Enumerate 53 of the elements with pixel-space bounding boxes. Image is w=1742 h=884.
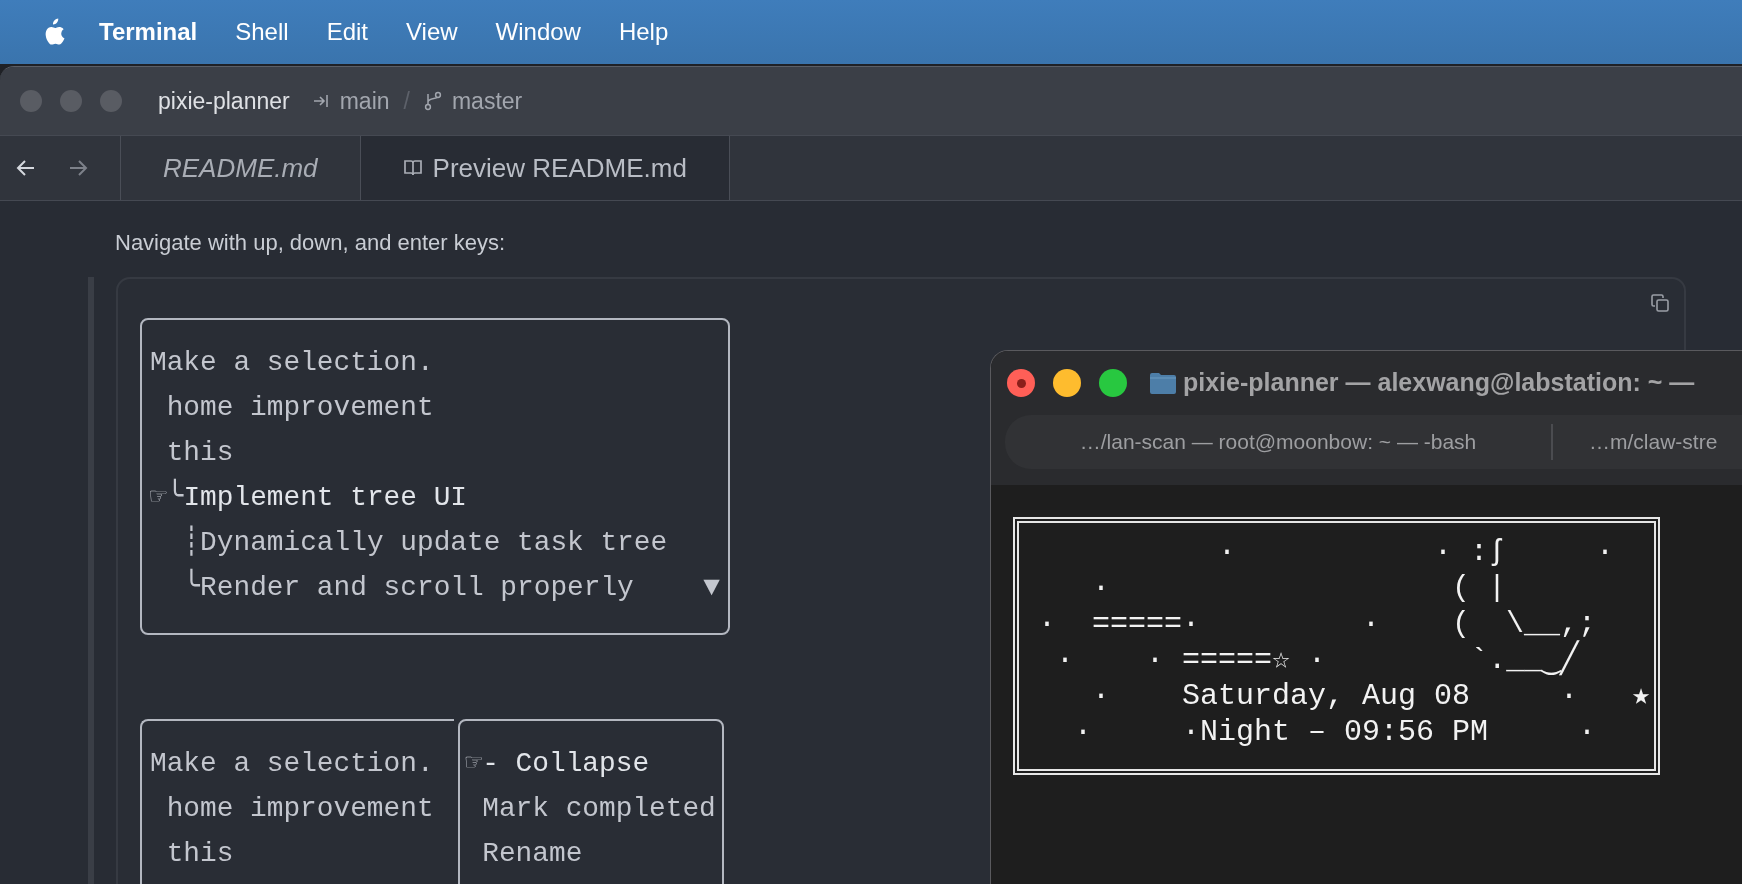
ascii-art-line: · ( |: [1091, 570, 1508, 606]
menu-option[interactable]: Mark completed: [482, 786, 716, 831]
branch-icon: [423, 91, 442, 111]
forward-arrow-icon: [68, 159, 88, 177]
path-separator: /: [403, 86, 410, 116]
folder-icon: [1149, 371, 1177, 395]
window-title: pixie-planner — alexwang@labstation: ~ —: [1183, 367, 1695, 399]
ascii-art-line: · ·Night – 09:56 PM ·: [1073, 714, 1598, 750]
prompt-text: Make a selection.: [150, 747, 434, 781]
menu-item[interactable]: Edit: [307, 14, 387, 50]
menu-option[interactable]: this: [166, 430, 234, 475]
tree-branch-line: ╰: [166, 475, 184, 520]
menu-item[interactable]: Shell: [216, 14, 308, 50]
window-control-dot[interactable]: [20, 90, 42, 112]
menu-option[interactable]: home improvement: [166, 786, 434, 831]
terminal-tab[interactable]: …m/claw-stre: [1553, 415, 1724, 469]
window-control-dot[interactable]: [1007, 369, 1035, 397]
menu-option[interactable]: Implement tree UI: [183, 475, 467, 520]
project-name[interactable]: pixie-planner: [158, 83, 290, 119]
copy-icon: [1650, 293, 1670, 313]
editor-tab[interactable]: Preview README.md: [359, 136, 730, 200]
tree-branch-line: ╰: [183, 565, 201, 610]
window-control-dot[interactable]: [60, 90, 82, 112]
menu-item[interactable]: Window: [476, 14, 600, 50]
copy-button[interactable]: [1650, 293, 1670, 313]
window-control-dot[interactable]: [1053, 369, 1081, 397]
branch-name[interactable]: master: [451, 83, 523, 119]
back-arrow-icon: [16, 159, 36, 177]
worktree-name[interactable]: main: [339, 83, 390, 119]
pointer-cursor: ☞: [465, 747, 483, 781]
menu-option[interactable]: home improvement: [166, 385, 434, 430]
terminal-tab[interactable]: …/lan-scan — root@moonbow: ~ — -bash: [1005, 415, 1551, 469]
scroll-down-indicator: ▼: [703, 571, 720, 605]
ascii-art-line: · · :ʃ ·: [1217, 534, 1616, 570]
tree-branch-line: ┊: [183, 524, 201, 560]
menu-option[interactable]: this: [166, 831, 234, 876]
menu-option[interactable]: Dynamically update task tree: [200, 520, 668, 565]
intro-text: Navigate with up, down, and enter keys:: [115, 229, 507, 257]
ascii-art-line: · Saturday, Aug 08 · ★: [1091, 678, 1651, 714]
ascii-art-line: · · =====☆ · `.__‿╱: [1020, 642, 1651, 678]
menu-option[interactable]: Render and scroll properly: [200, 565, 634, 610]
window-control-dot[interactable]: [1099, 369, 1127, 397]
pointer-cursor: ☞: [150, 481, 167, 515]
window-control-dot[interactable]: [100, 90, 122, 112]
book-icon: [402, 158, 423, 178]
prompt-text: Make a selection.: [150, 346, 434, 380]
menu-item[interactable]: View: [387, 14, 477, 50]
menu-item[interactable]: Help: [599, 14, 688, 50]
menu-option[interactable]: - Collapse: [482, 741, 650, 786]
menu-option[interactable]: Rename: [482, 831, 583, 876]
worktree-icon: [311, 92, 330, 110]
app-menu[interactable]: Terminal: [80, 14, 217, 50]
ascii-art-line: · =====· · ( \__,;: [1037, 606, 1598, 641]
